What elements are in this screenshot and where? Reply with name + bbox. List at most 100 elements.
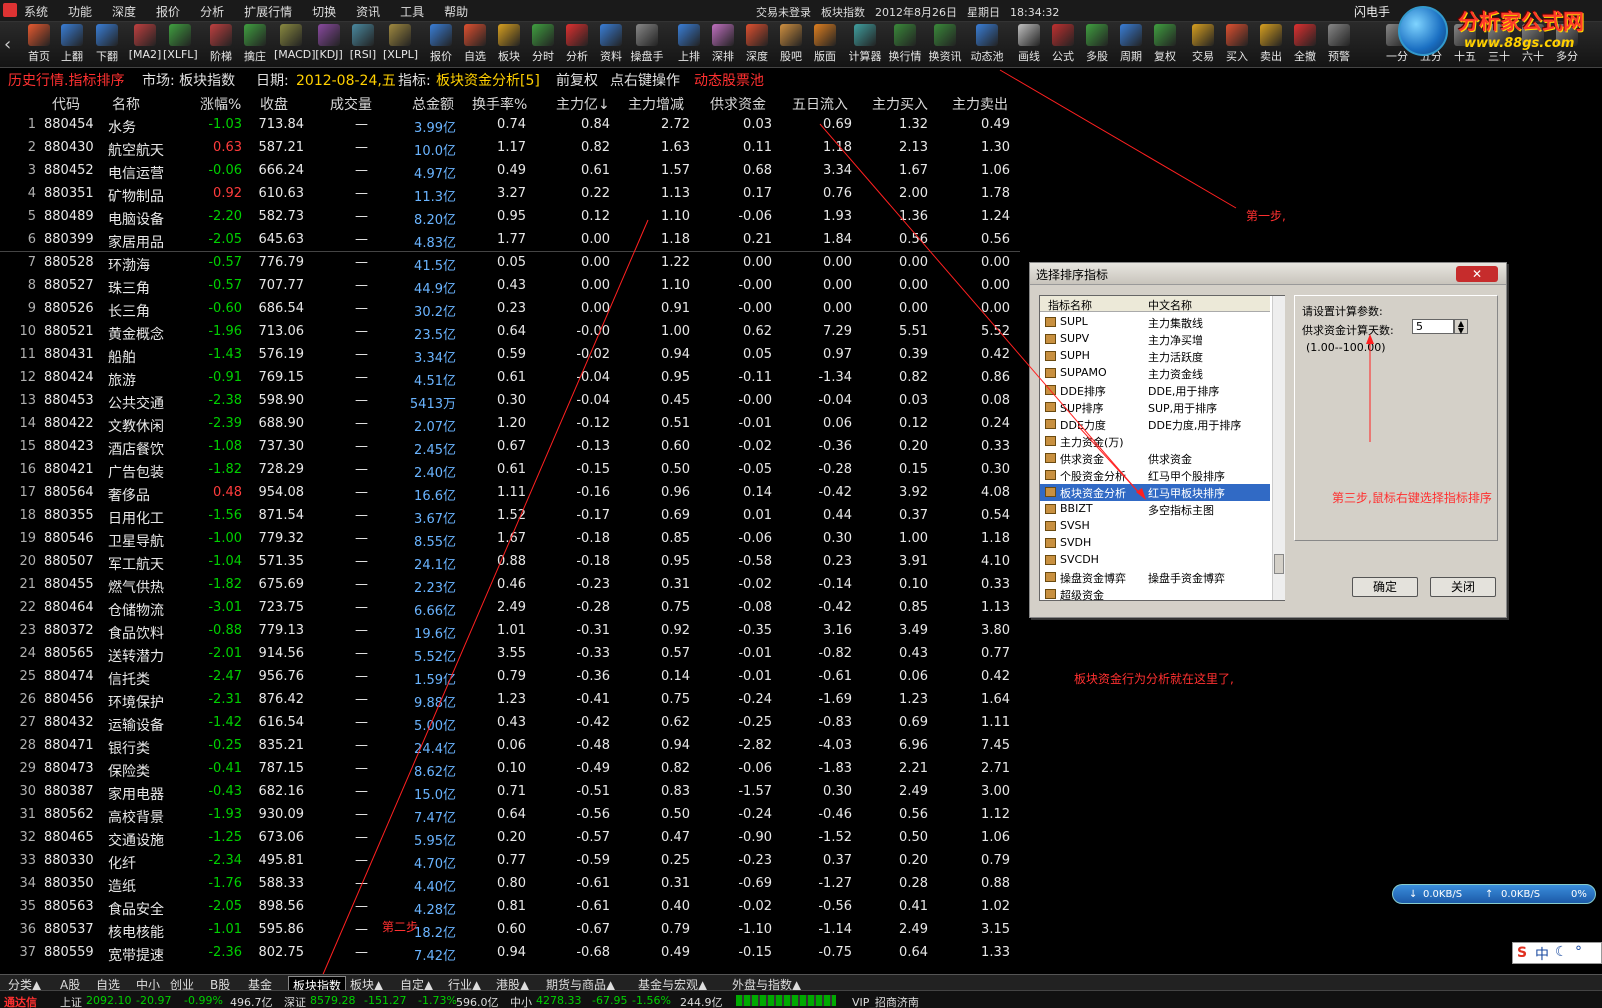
indicator-item[interactable]: DDE排序 DDE,用于排序 <box>1040 382 1270 399</box>
table-row[interactable]: 22 880464 仓储物流 -3.01 723.75 — 6.66亿 2.49 -0.28 0.… <box>0 597 1020 620</box>
indicator-item[interactable]: SUPL 主力集散线 <box>1040 314 1270 331</box>
toolbar-button-18[interactable]: 上排 <box>672 24 706 66</box>
table-row[interactable]: 21 880455 燃气供热 -1.82 675.69 — 2.23亿 0.46 -0.23 0.… <box>0 574 1020 597</box>
toolbar-button-23[interactable]: 计算器 <box>848 24 882 66</box>
indicator-item[interactable]: 主力资金(万) <box>1040 433 1270 450</box>
table-row[interactable]: 11 880431 船舶 -1.43 576.19 — 3.34亿 0.59 -0.02 0.94… <box>0 344 1020 367</box>
menu-item-4[interactable]: 分析 <box>200 3 224 20</box>
toolbar-button-3[interactable]: [MA2] <box>128 24 162 66</box>
col-header-3[interactable]: 收盘 <box>260 94 288 114</box>
table-row[interactable]: 7 880528 环渤海 -0.57 776.79 — 41.5亿 0.05 0.00 1.22 0… <box>0 252 1020 275</box>
indicator-item[interactable]: 供求资金 供求资金 <box>1040 450 1270 467</box>
table-row[interactable]: 28 880471 银行类 -0.25 835.21 — 24.4亿 0.06 -0.48 0.9… <box>0 735 1020 758</box>
toolbar-button-5[interactable]: 阶梯 <box>204 24 238 66</box>
toolbar-button-27[interactable]: 画线 <box>1012 24 1046 66</box>
table-row[interactable]: 19 880546 卫星导航 -1.00 779.32 — 8.55亿 1.67 -0.18 0.… <box>0 528 1020 551</box>
indicator-list-scrollbar[interactable] <box>1272 296 1285 600</box>
table-row[interactable]: 26 880456 环境保护 -2.31 876.42 — 9.88亿 1.23 -0.41 0.… <box>0 689 1020 712</box>
col-header-2[interactable]: 涨幅% <box>200 94 241 114</box>
toolbar-button-11[interactable]: 报价 <box>424 24 458 66</box>
toolbar-button-0[interactable]: 首页 <box>22 24 56 66</box>
table-row[interactable]: 15 880423 酒店餐饮 -1.08 737.30 — 2.45亿 0.67 -0.13 0.… <box>0 436 1020 459</box>
table-row[interactable]: 12 880424 旅游 -0.91 769.15 — 4.51亿 0.61 -0.04 0.95… <box>0 367 1020 390</box>
toolbar-button-9[interactable]: [RSI] <box>346 24 380 66</box>
table-row[interactable]: 2 880430 航空航天 0.63 587.21 — 10.0亿 1.17 0.82 1.63 0… <box>0 137 1020 160</box>
indicator-list[interactable]: 指标名称 中文名称 SUPL 主力集散线 SUPV 主力净买增 SUPH 主力活跃度 SUP… <box>1039 295 1285 602</box>
indicator-item[interactable]: SUP排序 SUP,用于排序 <box>1040 399 1270 416</box>
toolbar-button-13[interactable]: 板块 <box>492 24 526 66</box>
col-header-7[interactable]: 主力亿↓ <box>556 94 610 114</box>
toolbar-button-6[interactable]: 擒庄 <box>238 24 272 66</box>
toolbar-button-32[interactable]: 交易 <box>1186 24 1220 66</box>
table-row[interactable]: 27 880432 运输设备 -1.42 616.54 — 5.00亿 0.43 -0.42 0.… <box>0 712 1020 735</box>
ime-mode[interactable]: 中 <box>1535 944 1549 964</box>
indicator-item[interactable]: 操盘资金博弈 操盘手资金博弈 <box>1040 569 1270 586</box>
toolbar-button-34[interactable]: 卖出 <box>1254 24 1288 66</box>
dialog-close-icon[interactable]: ✕ <box>1456 266 1498 282</box>
table-row[interactable]: 34 880350 造纸 -1.76 588.33 — 4.40亿 0.80 -0.61 0.31… <box>0 873 1020 896</box>
toolbar-button-25[interactable]: 换资讯 <box>928 24 962 66</box>
scrollbar-thumb[interactable] <box>1274 554 1284 574</box>
toolbar-button-30[interactable]: 周期 <box>1114 24 1148 66</box>
indicator-item[interactable]: 个股资金分析 红马甲个股排序 <box>1040 467 1270 484</box>
toolbar-button-7[interactable]: [MACD] <box>274 24 316 66</box>
menu-item-2[interactable]: 深度 <box>112 3 136 20</box>
menu-item-1[interactable]: 功能 <box>68 3 92 20</box>
table-row[interactable]: 9 880526 长三角 -0.60 686.54 — 30.2亿 0.23 0.00 0.91 -… <box>0 298 1020 321</box>
toolbar-button-21[interactable]: 股吧 <box>774 24 808 66</box>
table-row[interactable]: 20 880507 军工航天 -1.04 571.35 — 24.1亿 0.88 -0.18 0.… <box>0 551 1020 574</box>
table-row[interactable]: 37 880559 宽带提速 -2.36 802.75 — 7.42亿 0.94 -0.68 0.… <box>0 942 1020 965</box>
table-row[interactable]: 16 880421 广告包装 -1.82 728.29 — 2.40亿 0.61 -0.15 0.… <box>0 459 1020 482</box>
indicator-item[interactable]: SUPH 主力活跃度 <box>1040 348 1270 365</box>
indicator-item[interactable]: BBIZT 多空指标主图 <box>1040 501 1270 518</box>
table-row[interactable]: 14 880422 文教休闲 -2.39 688.90 — 2.07亿 1.20 -0.12 0.… <box>0 413 1020 436</box>
toolbar-button-28[interactable]: 公式 <box>1046 24 1080 66</box>
col-header-4[interactable]: 成交量 <box>330 94 372 114</box>
app-logo-icon[interactable] <box>3 3 17 17</box>
col-header-5[interactable]: 总金额 <box>412 94 454 114</box>
table-row[interactable]: 32 880465 交通设施 -1.25 673.06 — 5.95亿 0.20 -0.57 0.… <box>0 827 1020 850</box>
table-row[interactable]: 6 880399 家居用品 -2.05 645.63 — 4.83亿 1.77 0.00 1.18… <box>0 229 1020 252</box>
col-header-10[interactable]: 五日流入 <box>792 94 848 114</box>
ok-button[interactable]: 确定 <box>1352 577 1418 597</box>
toolbar-button-17[interactable]: 操盘手 <box>630 24 664 66</box>
table-row[interactable]: 17 880564 奢侈品 0.48 954.08 — 16.6亿 1.11 -0.16 0.96… <box>0 482 1020 505</box>
toolbar-button-1[interactable]: 上翻 <box>55 24 89 66</box>
table-row[interactable]: 36 880537 核电核能 -1.01 595.86 — 18.2亿 0.60 -0.67 0.… <box>0 919 1020 942</box>
col-header-9[interactable]: 供求资金 <box>710 94 766 114</box>
table-row[interactable]: 3 880452 电信运营 -0.06 666.24 — 4.97亿 0.49 0.61 1.57… <box>0 160 1020 183</box>
table-row[interactable]: 10 880521 黄金概念 -1.96 713.06 — 23.5亿 0.64 -0.00 1.… <box>0 321 1020 344</box>
menu-item-0[interactable]: 系统 <box>24 3 48 20</box>
toolbar-button-20[interactable]: 深度 <box>740 24 774 66</box>
col-header-12[interactable]: 主力卖出 <box>952 94 1008 114</box>
toolbar-button-14[interactable]: 分时 <box>526 24 560 66</box>
menu-item-3[interactable]: 报价 <box>156 3 180 20</box>
flash-trade-button[interactable]: 闪电手 <box>1354 3 1390 20</box>
table-row[interactable]: 33 880330 化纤 -2.34 495.81 — 4.70亿 0.77 -0.59 0.25… <box>0 850 1020 873</box>
table-row[interactable]: 24 880565 送转潜力 -2.01 914.56 — 5.52亿 3.55 -0.33 0.… <box>0 643 1020 666</box>
menu-item-6[interactable]: 切换 <box>312 3 336 20</box>
toolbar-button-16[interactable]: 资料 <box>594 24 628 66</box>
moon-icon[interactable]: ☾ <box>1555 944 1568 960</box>
col-header-1[interactable]: 名称 <box>112 94 140 114</box>
toolbar-button-8[interactable]: [KDJ] <box>312 24 346 66</box>
table-row[interactable]: 18 880355 日用化工 -1.56 871.54 — 3.67亿 1.52 -0.17 0.… <box>0 505 1020 528</box>
indicator-item[interactable]: SUPAMO 主力资金线 <box>1040 365 1270 382</box>
indicator-item[interactable]: 板块资金分析 红马甲板块排序 <box>1040 484 1270 501</box>
table-row[interactable]: 25 880474 信托类 -2.47 956.76 — 1.59亿 0.79 -0.36 0.1… <box>0 666 1020 689</box>
toolbar-button-15[interactable]: 分析 <box>560 24 594 66</box>
close-button[interactable]: 关闭 <box>1430 577 1496 597</box>
table-row[interactable]: 35 880563 食品安全 -2.05 898.56 — 4.28亿 0.81 -0.61 0.… <box>0 896 1020 919</box>
indicator-item[interactable]: DDE力度 DDE力度,用于排序 <box>1040 416 1270 433</box>
indicator-item[interactable]: SUPV 主力净买增 <box>1040 331 1270 348</box>
toolbar-scroll-left-icon[interactable]: ‹ <box>4 34 11 55</box>
dynamic-pool-link[interactable]: 动态股票池 <box>694 70 764 90</box>
indicator-item[interactable]: SVSH <box>1040 518 1270 535</box>
toolbar-button-2[interactable]: 下翻 <box>90 24 124 66</box>
indicator-item[interactable]: SVCDH <box>1040 552 1270 569</box>
menu-item-7[interactable]: 资讯 <box>356 3 380 20</box>
table-row[interactable]: 8 880527 珠三角 -0.57 707.77 — 44.9亿 0.43 0.00 1.10 -… <box>0 275 1020 298</box>
col-header-8[interactable]: 主力增减 <box>628 94 684 114</box>
history-sort-label[interactable]: 历史行情.指标排序 <box>8 70 124 90</box>
punct-icon[interactable]: ° <box>1575 944 1582 960</box>
